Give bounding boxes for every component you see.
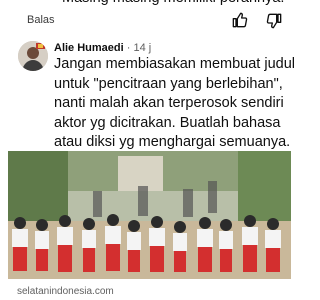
comment-time: 14 j (133, 42, 152, 54)
thumb-up-icon (232, 12, 248, 28)
comment-avatar[interactable] (18, 41, 48, 71)
meta-separator: · (123, 42, 134, 54)
link-source[interactable]: selatanindonesia.com (17, 286, 114, 298)
like-button[interactable] (232, 12, 248, 28)
dislike-button[interactable] (266, 13, 282, 29)
comment-actions: Balas (27, 12, 297, 29)
reply-button[interactable]: Balas (27, 12, 55, 28)
thumb-down-icon (266, 13, 282, 29)
link-preview-image[interactable] (8, 151, 291, 279)
comment-author[interactable]: Alie Humaedi (54, 42, 124, 54)
news-photo (8, 151, 291, 279)
previous-comment-text: Masing masing memiliki perannya. (62, 0, 298, 8)
user-avatar (18, 41, 48, 71)
comment-body: Jangan membiasakan membuat judul untuk "… (54, 56, 295, 150)
comment-author-line: Alie Humaedi · 14 j (54, 41, 151, 55)
